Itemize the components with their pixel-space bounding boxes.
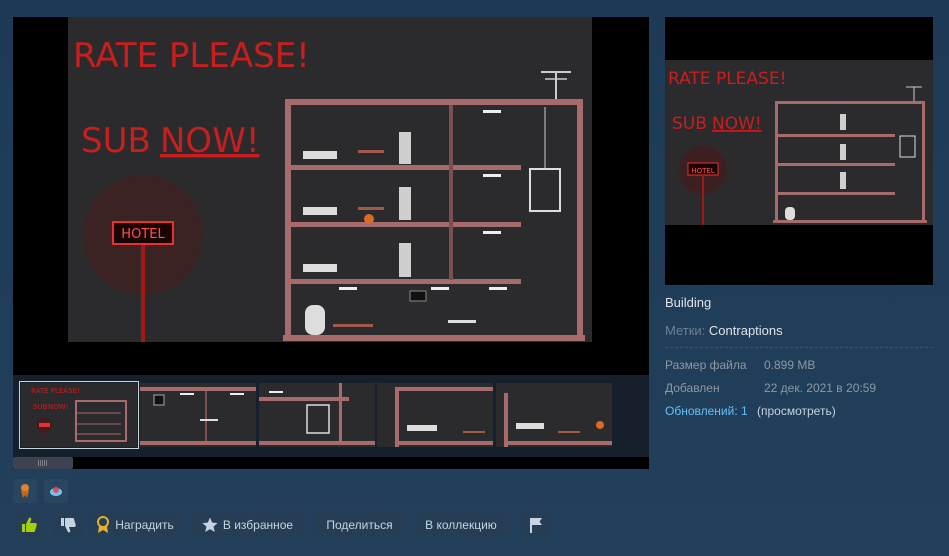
updates-count-link[interactable]: Обновлений: 1 [665, 404, 748, 418]
details-divider [665, 347, 933, 348]
now-text: NOW! [160, 121, 259, 161]
thumb-1-now-text: NOW! [48, 403, 68, 411]
favorite-button[interactable]: В избранное [189, 510, 306, 540]
date-added-label: Добавлен [665, 381, 720, 395]
collection-button-label: В коллекцию [425, 518, 497, 532]
tags-label: Метки: [665, 323, 706, 338]
thumbnail-1[interactable]: RATE PLEASE! SUB NOW! [19, 381, 139, 449]
item-preview-image[interactable]: RATE PLEASE! SUB NOW! HOTEL [665, 17, 933, 285]
tag-contraptions[interactable]: Contraptions [709, 323, 783, 338]
award-button-label: Наградить [115, 518, 174, 532]
date-added-value: 22 дек. 2021 в 20:59 [764, 381, 877, 395]
share-button-label: Поделиться [326, 518, 393, 532]
rate-up-button[interactable] [13, 510, 45, 540]
scrollbar-grip [38, 460, 47, 466]
award-icon [97, 516, 110, 533]
side-hotel-text: HOTEL [691, 167, 714, 175]
file-size-value: 0.899 MB [764, 358, 816, 372]
share-button[interactable]: Поделиться [313, 510, 406, 540]
thumb-1-rate-text: RATE PLEASE! [31, 387, 80, 395]
item-details-panel: RATE PLEASE! SUB NOW! HOTEL Building Мет… [665, 17, 933, 427]
thumbnail-3[interactable] [259, 383, 375, 447]
award-blue-icon[interactable] [44, 479, 68, 503]
thumbnail-4[interactable] [377, 383, 493, 447]
side-rate-text: RATE PLEASE! [668, 69, 786, 89]
thumbs-up-icon [22, 517, 37, 532]
item-title: Building [665, 295, 712, 310]
scrollbar-thumb[interactable] [13, 457, 73, 469]
thumbnail-strip: RATE PLEASE! SUB NOW! [13, 375, 649, 457]
sub-text: SUB [81, 121, 151, 161]
rate-down-button[interactable] [52, 510, 84, 540]
side-now-text: NOW! [712, 114, 762, 134]
award-orange-icon[interactable] [13, 479, 37, 503]
favorite-button-label: В избранное [222, 518, 294, 532]
thumbnail-2[interactable] [140, 383, 256, 447]
thumbnail-5[interactable] [496, 383, 612, 447]
building-scene: RATE PLEASE! SUB NOW! HOTEL [13, 17, 649, 375]
thumbnail-scrollbar[interactable] [13, 457, 649, 469]
thumbs-down-icon [61, 518, 76, 533]
report-button[interactable] [520, 510, 552, 540]
item-tags: Метки: Contraptions [665, 323, 933, 339]
file-size-label: Размер файла [665, 358, 747, 372]
thumb-1-sub-text: SUB [33, 403, 48, 411]
flag-icon [530, 518, 542, 533]
received-awards [13, 479, 68, 503]
view-updates-link[interactable]: (просмотреть) [757, 404, 836, 418]
award-button[interactable]: Наградить [89, 510, 181, 540]
star-icon [202, 517, 218, 532]
main-screenshot[interactable]: RATE PLEASE! SUB NOW! HOTEL [13, 17, 649, 375]
hotel-sign-text: HOTEL [121, 227, 165, 242]
rate-please-text: RATE PLEASE! [73, 36, 310, 76]
item-stats: Размер файла 0.899 MB Добавлен 22 дек. 2… [665, 358, 933, 427]
side-sub-text: SUB [672, 114, 707, 134]
add-to-collection-button[interactable]: В коллекцию [413, 510, 509, 540]
